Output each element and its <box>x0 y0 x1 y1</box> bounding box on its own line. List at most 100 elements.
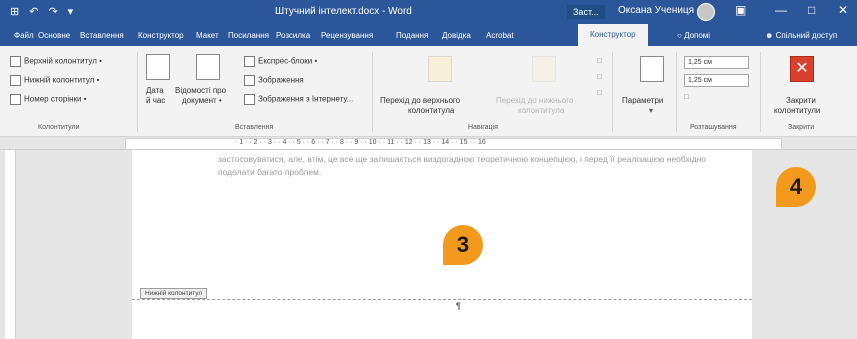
quick-parts-label: Експрес-блоки • <box>258 56 318 66</box>
vertical-ruler[interactable] <box>5 150 16 339</box>
footer-label: Нижній колонтитул • <box>24 75 100 85</box>
group-label-position: Розташування <box>690 124 737 131</box>
user-name[interactable]: Оксана Учениця <box>618 5 694 16</box>
next-section-icon[interactable]: □ <box>597 72 602 81</box>
document-info-label-line2: документ • <box>182 96 222 105</box>
ribbon: Верхній колонтитул • Нижній колонтитул •… <box>0 46 857 137</box>
close-header-footer-icon[interactable]: ✕ <box>790 56 814 82</box>
tab-home[interactable]: Основне <box>38 31 70 40</box>
close-header-footer-label: Закрити <box>786 96 816 105</box>
group-label-insert: Вставлення <box>235 124 274 131</box>
tab-references[interactable]: Посилання <box>228 31 269 40</box>
callout-marker-3: 3 <box>443 225 483 265</box>
tab-help[interactable]: Довідка <box>442 31 471 40</box>
tell-me-label: Допомі <box>684 31 711 40</box>
document-info-icon[interactable] <box>196 54 220 80</box>
tell-me-search[interactable]: ○ Допомі <box>677 31 710 40</box>
page-number-icon <box>10 94 21 105</box>
group-label-navigation: Навігація <box>468 124 498 131</box>
tab-acrobat[interactable]: Acrobat <box>486 31 514 40</box>
tab-layout[interactable]: Макет <box>196 31 219 40</box>
share-icon: ☻ <box>765 31 776 40</box>
horizontal-ruler[interactable]: · 1 · · 2 · · 3 · · 4 · · 5 · · 6 · · 7 … <box>0 137 857 150</box>
share-label: Спільний доступ <box>775 31 838 40</box>
document-title: Штучний інтелект.docx - Word <box>275 6 412 17</box>
group-divider <box>612 52 613 132</box>
maximize-icon[interactable]: □ <box>808 3 815 17</box>
date-time-label: Дата <box>146 86 164 95</box>
footer-dropdown[interactable]: Нижній колонтитул • <box>10 75 99 86</box>
calendar-icon[interactable] <box>146 54 170 80</box>
tab-review[interactable]: Рецензування <box>321 31 373 40</box>
header-distance-value: 1,25 см <box>688 59 712 66</box>
goto-footer-label-line2: колонтитула <box>518 106 565 115</box>
save-icon[interactable]: ⊞ <box>10 5 19 18</box>
link-to-previous-icon[interactable]: □ <box>597 88 602 97</box>
group-label-header-footer: Колонтитули <box>38 124 80 131</box>
tab-file[interactable]: Файл <box>14 31 34 40</box>
title-bar: ⊞ ↶ ↷ ▾ Штучний інтелект.docx - Word Зас… <box>0 0 857 24</box>
undo-icon[interactable]: ↶ <box>29 5 38 18</box>
pictures-button[interactable]: Зображення <box>244 75 304 86</box>
group-divider <box>676 52 677 132</box>
date-time-button[interactable]: Дата <box>146 86 164 95</box>
picture-icon <box>244 75 255 86</box>
body-text: застосовуватися, але, втім, це все ще за… <box>218 154 706 177</box>
ribbon-display-options-icon[interactable]: ▣ <box>735 3 746 17</box>
redo-icon[interactable]: ↷ <box>48 5 57 18</box>
tab-view[interactable]: Подання <box>396 31 428 40</box>
options-button[interactable]: Параметри <box>622 96 663 105</box>
avatar[interactable] <box>697 3 715 21</box>
document-page[interactable]: застосовуватися, але, втім, це все ще за… <box>132 150 752 339</box>
ribbon-tabs: Файл Основне Вставлення Конструктор Маке… <box>0 24 857 46</box>
goto-footer-label: Перехід до нижнього <box>496 96 574 105</box>
tab-insert[interactable]: Вставлення <box>80 31 124 40</box>
callout-marker-4: 4 <box>776 167 816 207</box>
document-info-button[interactable]: Відомості про <box>175 86 226 95</box>
header-distance-stepper[interactable]: 1,25 см <box>684 56 749 69</box>
previous-section-icon[interactable]: □ <box>597 56 602 65</box>
online-pictures-label: Зображення з Інтернету... <box>258 94 354 104</box>
header-label: Верхній колонтитул • <box>24 56 102 66</box>
close-header-footer-button[interactable]: Закрити <box>786 96 816 105</box>
goto-header-label-line2: колонтитула <box>408 106 455 115</box>
footer-area-label: Нижній колонтитул <box>140 288 208 299</box>
online-picture-icon <box>244 94 255 105</box>
page-number-dropdown[interactable]: Номер сторінки • <box>10 94 87 105</box>
quick-parts-button[interactable]: Експрес-блоки • <box>244 56 317 67</box>
group-divider <box>372 52 373 132</box>
alignment-tab-icon[interactable]: □ <box>684 92 689 101</box>
customize-qat-icon[interactable]: ▾ <box>68 5 74 18</box>
goto-footer-button: Перехід до нижнього <box>496 96 573 105</box>
paragraph-mark: ¶ <box>456 301 461 311</box>
goto-header-button[interactable]: Перехід до верхнього <box>380 96 460 105</box>
tab-mailings[interactable]: Розсилка <box>276 31 310 40</box>
options-chevron-down-icon[interactable]: ▾ <box>649 106 653 115</box>
options-label: Параметри <box>622 96 664 105</box>
footer-distance-value: 1,25 см <box>688 77 712 84</box>
ruler-numbers: · 1 · · 2 · · 3 · · 4 · · 5 · · 6 · · 7 … <box>235 139 486 146</box>
close-header-footer-label-line2: колонтитули <box>774 106 821 115</box>
quick-access-toolbar: ⊞ ↶ ↷ ▾ <box>10 5 73 18</box>
minimize-icon[interactable]: — <box>775 3 787 17</box>
share-button[interactable]: ☻ Спільний доступ <box>765 31 837 40</box>
tab-design[interactable]: Конструктор <box>138 31 184 40</box>
document-info-label: Відомості про <box>175 86 227 95</box>
date-time-label-line2: й час <box>146 96 166 105</box>
footer-boundary-line <box>132 299 752 300</box>
page-number-label: Номер сторінки • <box>24 94 87 104</box>
tab-header-footer-design[interactable]: Конструктор <box>578 24 648 46</box>
close-window-icon[interactable]: ✕ <box>838 3 848 17</box>
goto-header-icon[interactable] <box>428 56 452 82</box>
header-dropdown[interactable]: Верхній колонтитул • <box>10 56 102 67</box>
online-pictures-button[interactable]: Зображення з Інтернету... <box>244 94 353 105</box>
footer-icon <box>10 75 21 86</box>
pictures-label: Зображення <box>258 75 304 85</box>
goto-footer-icon <box>532 56 556 82</box>
group-label-close: Закрити <box>788 124 815 131</box>
lightbulb-icon: ○ <box>677 31 685 40</box>
footer-distance-stepper[interactable]: 1,25 см <box>684 74 749 87</box>
context-tab-label: Заст... <box>567 5 605 19</box>
quick-parts-icon <box>244 56 255 67</box>
options-icon[interactable] <box>640 56 664 82</box>
